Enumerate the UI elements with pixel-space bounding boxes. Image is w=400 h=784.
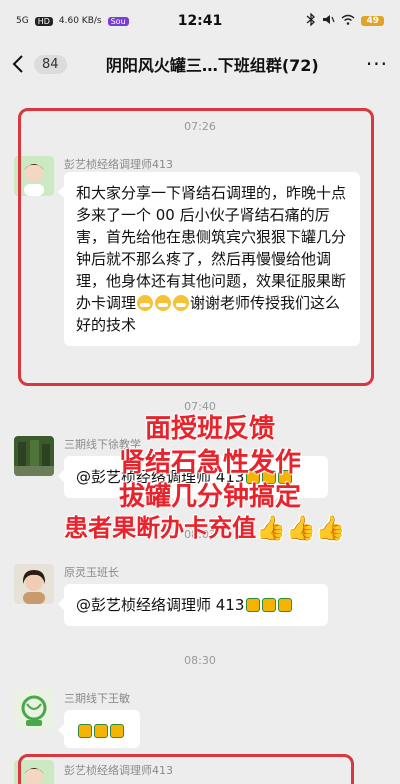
message-timestamp: 08:30 xyxy=(184,654,216,667)
back-arrow-icon[interactable] xyxy=(12,52,32,76)
message-list[interactable]: 07:26 彭艺桢经络调理师413 和大家分享一下肾结石调理的，昨晚十点多来了一… xyxy=(0,86,400,784)
unread-count-badge[interactable]: 84 xyxy=(34,54,67,74)
status-bar: 5G HD 4.60 KB/s Sou 12:41 49 xyxy=(0,0,400,42)
thumbs-up-emoji-icon xyxy=(110,724,124,738)
highlight-box xyxy=(18,108,374,386)
mute-icon xyxy=(322,13,336,29)
chat-header: 84 阴阳风火罐三…下班组群(72) ··· xyxy=(0,42,400,86)
overlay-line-1: 面授班反馈 xyxy=(144,414,275,444)
avatar[interactable] xyxy=(14,690,54,730)
overlay-line-4: 患者果断办卡充值👍👍👍 xyxy=(64,514,346,542)
overlay-line-2: 肾结石急性发作 xyxy=(118,448,301,478)
thumbs-up-emoji-icon xyxy=(94,724,108,738)
network-indicator: 5G xyxy=(16,16,29,26)
battery-icon: 49 xyxy=(361,16,384,26)
thumbs-up-emoji-icon xyxy=(78,724,92,738)
avatar[interactable] xyxy=(14,564,54,604)
wifi-icon xyxy=(341,14,355,28)
chat-title: 阴阳风火罐三…下班组群(72) xyxy=(105,56,319,75)
status-right: 49 xyxy=(306,12,384,29)
message-bubble[interactable] xyxy=(58,710,140,748)
net-speed: 4.60 KB/s xyxy=(58,16,102,26)
thumbs-up-emoji-icon xyxy=(278,598,293,612)
app-notification-icon: Sou xyxy=(107,16,129,26)
sender-name: 三期线下王敏 xyxy=(64,692,130,705)
bluetooth-icon xyxy=(306,12,316,29)
sender-name: 原灵玉班长 xyxy=(64,566,119,579)
hd-indicator: HD xyxy=(34,16,53,26)
message-bubble[interactable]: @彭艺桢经络调理师 413 xyxy=(58,584,328,626)
message-text: @彭艺桢经络调理师 413 xyxy=(76,596,245,614)
status-left: 5G HD 4.60 KB/s Sou xyxy=(16,16,129,26)
highlight-box xyxy=(18,754,354,784)
thumbs-up-emoji-icon xyxy=(246,598,261,612)
more-options-icon[interactable]: ··· xyxy=(358,52,388,76)
thumbs-up-emoji-icon xyxy=(262,598,277,612)
